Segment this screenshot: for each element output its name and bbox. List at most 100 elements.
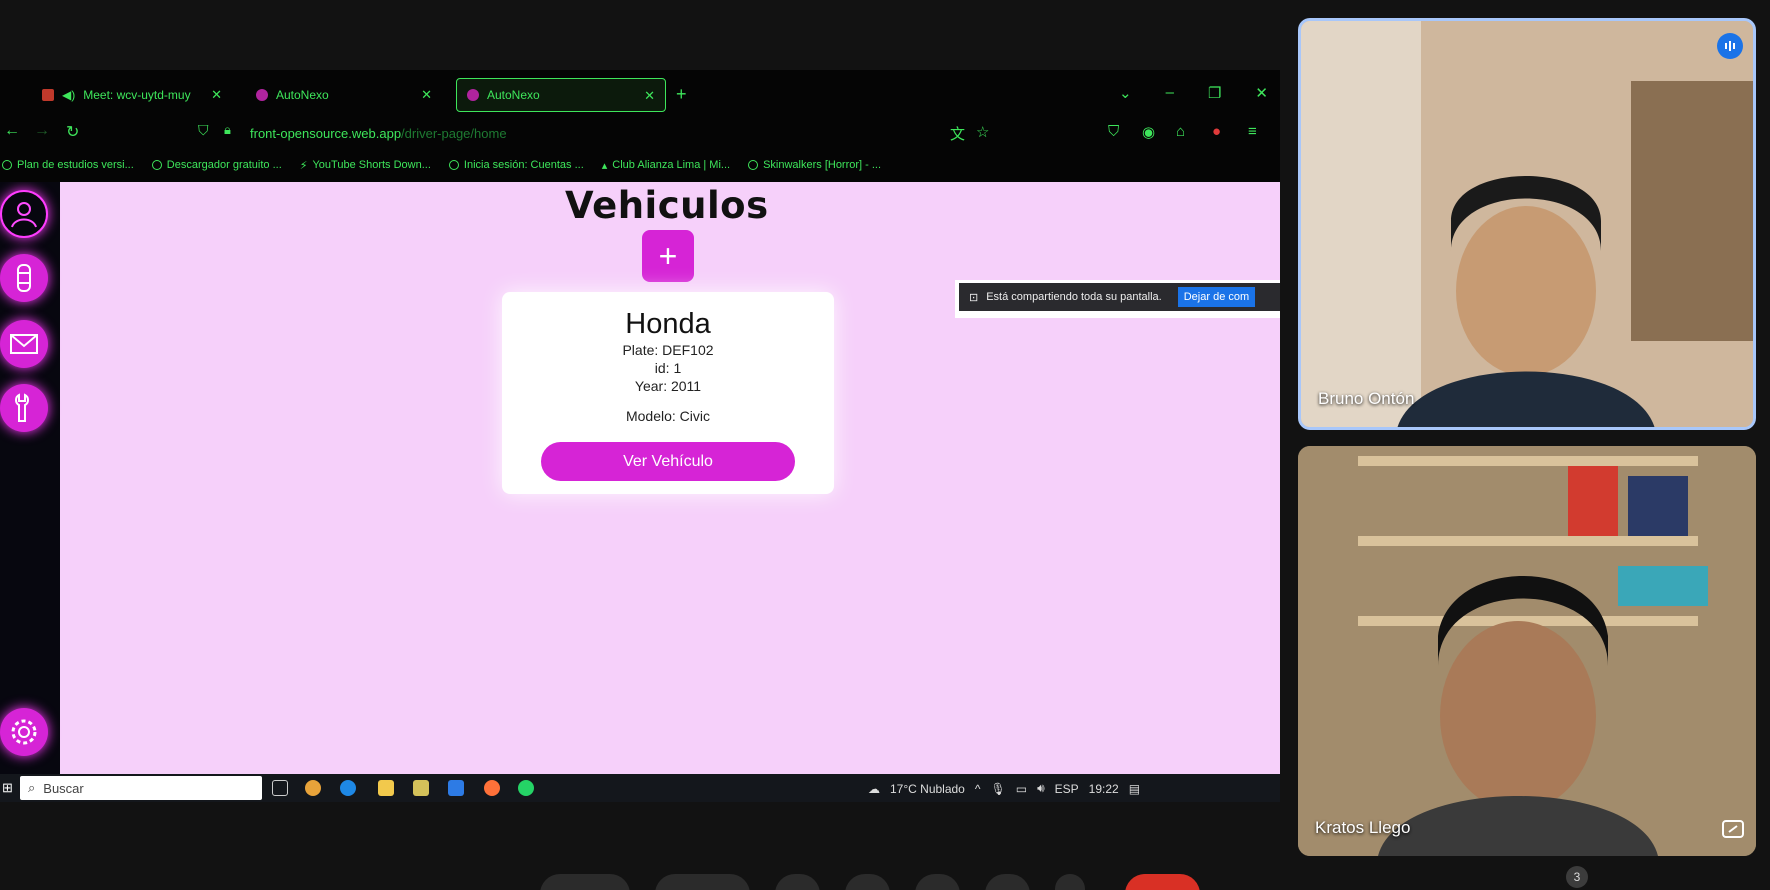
autonexo-favicon-icon (467, 89, 479, 101)
firefox-icon[interactable] (484, 780, 500, 796)
tab-label: AutoNexo (276, 88, 329, 102)
minimize-icon[interactable]: – (1166, 84, 1174, 102)
meet-control-button[interactable] (985, 874, 1030, 890)
network-icon[interactable]: ▭ (1016, 782, 1027, 796)
bookmark-icon: ▴ (601, 159, 608, 172)
participant-tile-2[interactable]: Kratos Llego (1298, 446, 1756, 856)
chevron-down-icon[interactable]: ⌄ (1119, 84, 1132, 102)
vehicle-model: Modelo: Civic (625, 408, 711, 424)
mail-icon[interactable] (0, 320, 48, 368)
app-icon[interactable] (413, 780, 429, 796)
share-screen-icon: ⊡ (969, 291, 979, 304)
bookmark-star-icon[interactable]: ☆ (976, 123, 989, 141)
autonexo-favicon-icon (256, 89, 268, 101)
close-icon[interactable]: ✕ (421, 87, 432, 103)
forward-icon[interactable]: → (34, 122, 50, 140)
meet-control-button[interactable] (540, 874, 630, 890)
meet-control-button[interactable] (775, 874, 820, 890)
meet-control-button[interactable] (915, 874, 960, 890)
restore-icon[interactable]: ❐ (1208, 84, 1221, 102)
chevron-up-icon[interactable]: ^ (975, 782, 981, 796)
close-icon[interactable]: ✕ (211, 87, 222, 103)
whatsapp-icon[interactable] (518, 780, 534, 796)
bookmark-item[interactable]: ⚡︎ YouTube Shorts Down... (300, 159, 431, 172)
task-view-icon[interactable] (272, 780, 288, 796)
bookmark-icon (748, 160, 759, 170)
extensions-icon[interactable]: ⌂ (1176, 123, 1185, 140)
windows-start-icon[interactable]: ⊞ (2, 780, 13, 796)
vehicle-plate: Plate: DEF102 (622, 342, 714, 358)
lang-indicator[interactable]: ESP (1055, 782, 1079, 796)
app-icon[interactable] (305, 780, 321, 796)
vehicle-year: Year: 2011 (634, 378, 702, 394)
bookmark-icon (151, 160, 162, 170)
add-vehicle-button[interactable]: + (642, 230, 694, 282)
volume-icon[interactable]: 🔊︎ (1037, 781, 1045, 796)
new-tab-icon[interactable]: + (676, 84, 687, 105)
bookmark-item[interactable]: Descargador gratuito ... (151, 159, 282, 171)
pin-screen-icon[interactable] (1720, 818, 1746, 840)
nav-bar: ← → ↻ ⛉ 🔒︎ front-opensource.web.app/driv… (0, 118, 1280, 150)
microphone-icon[interactable]: 🎙︎ (991, 782, 1006, 796)
page-title: Vehiculos (565, 184, 769, 227)
tab-bar: ◀) Meet: wcv-uytd-muy ✕ AutoNexo ✕ AutoN… (0, 78, 1280, 112)
taskbar-search[interactable]: ⌕ Buscar (20, 776, 262, 800)
bookmarks-bar: Plan de estudios versi... Descargador gr… (0, 154, 1280, 176)
back-icon[interactable]: ← (4, 122, 20, 140)
wrench-icon[interactable] (0, 384, 48, 432)
url-bar[interactable]: front-opensource.web.app/driver-page/hom… (250, 126, 507, 141)
bookmark-item[interactable]: Skinwalkers [Horror] - ... (748, 159, 881, 171)
file-explorer-icon[interactable] (378, 780, 394, 796)
weather-cloud-icon: ☁ (868, 781, 880, 796)
tab-label: Meet: wcv-uytd-muy (83, 88, 191, 102)
tab-partial[interactable] (0, 78, 6, 112)
clock[interactable]: 19:22 (1089, 782, 1119, 796)
speaking-indicator-icon (1717, 33, 1743, 59)
participant-name: Bruno Ontón (1318, 389, 1415, 408)
meet-control-button[interactable] (845, 874, 890, 890)
bookmark-item[interactable]: Inicia sesión: Cuentas ... (448, 159, 584, 171)
app-icon[interactable] (448, 780, 464, 796)
tab-autonexo-1[interactable]: AutoNexo ✕ (246, 78, 442, 112)
view-vehicle-button[interactable]: Ver Vehículo (541, 442, 795, 481)
edge-icon[interactable] (340, 780, 356, 796)
leave-call-button[interactable] (1125, 874, 1200, 890)
tab-autonexo-active[interactable]: AutoNexo ✕ (456, 78, 666, 112)
profile-icon[interactable] (0, 190, 48, 238)
lightning-icon: ⚡︎ (299, 159, 308, 172)
notifications-icon[interactable]: ▤ (1129, 782, 1140, 796)
participant-name: Kratos Llego (1315, 818, 1411, 837)
browser-window: ◀) Meet: wcv-uytd-muy ✕ AutoNexo ✕ AutoN… (0, 70, 1280, 802)
window-controls: ⌄ – ❐ ✕ (1119, 84, 1268, 102)
speaker-icon: ◀) (62, 88, 76, 102)
shield-icon[interactable]: ⛉ (198, 122, 209, 139)
close-window-icon[interactable]: ✕ (1255, 84, 1268, 102)
account-icon[interactable]: ◉ (1142, 123, 1155, 141)
search-icon: ⌕ (28, 780, 36, 795)
translate-icon[interactable]: 文 (950, 123, 965, 144)
reload-icon[interactable]: ↻ (66, 122, 79, 142)
meet-control-button[interactable] (655, 874, 750, 890)
participant-tile-1[interactable]: Bruno Ontón (1298, 18, 1756, 430)
bookmark-item[interactable]: ▴ Club Alianza Lima | Mi... (602, 159, 730, 172)
meet-control-button[interactable] (1055, 874, 1085, 890)
participant-video (1301, 21, 1753, 427)
system-tray: ☁ 17°C Nublado ^ 🎙︎ ▭ 🔊︎ ESP 19:22 ▤ (868, 781, 1140, 796)
vehicle-icon[interactable] (0, 254, 48, 302)
participant-video (1298, 446, 1756, 856)
settings-gear-icon[interactable] (0, 708, 48, 756)
vehicle-brand: Honda (625, 308, 711, 340)
sidebar (0, 182, 60, 774)
bookmark-icon (2, 160, 12, 170)
extension-record-icon[interactable]: ● (1212, 123, 1221, 140)
pocket-icon[interactable]: ⛉ (1108, 123, 1119, 140)
bookmark-item[interactable]: Plan de estudios versi... (2, 159, 134, 171)
url-host: front-opensource.web.app (250, 126, 402, 141)
close-icon[interactable]: ✕ (644, 88, 655, 104)
vehicle-id: id: 1 (654, 360, 682, 376)
tab-meet[interactable]: ◀) Meet: wcv-uytd-muy ✕ (32, 78, 232, 112)
stop-sharing-button[interactable]: Dejar de com (1177, 287, 1256, 307)
menu-icon[interactable]: ≡ (1248, 123, 1257, 140)
participant-count[interactable]: 3 (1566, 866, 1588, 888)
weather-text: 17°C Nublado (890, 781, 965, 796)
